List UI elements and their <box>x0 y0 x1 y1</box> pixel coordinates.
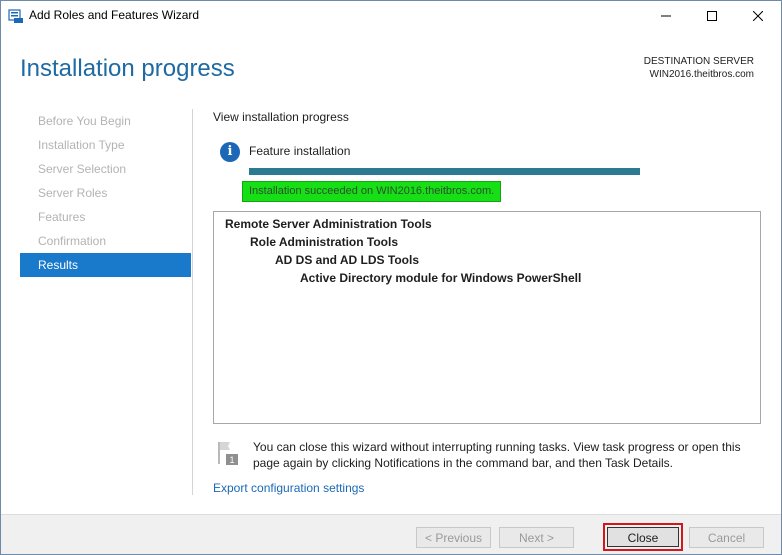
nav-item-features: Features <box>38 210 86 224</box>
export-configuration-link[interactable]: Export configuration settings <box>213 481 364 495</box>
tree-item: Active Directory module for Windows Powe… <box>300 271 582 285</box>
nav-item-before-you-begin: Before You Begin <box>38 114 131 128</box>
page-title: Installation progress <box>20 55 235 82</box>
minimize-icon <box>661 15 671 17</box>
next-button[interactable]: Next > <box>499 527 574 548</box>
wizard-nav: Before You Begin Installation Type Serve… <box>20 109 191 277</box>
progress-fill <box>249 168 640 175</box>
tree-item: Role Administration Tools <box>250 235 399 249</box>
close-note: You can close this wizard without interr… <box>253 440 741 470</box>
results-list[interactable]: Remote Server Administration Tools Role … <box>213 211 761 424</box>
destination-server-value: WIN2016.theitbros.com <box>649 69 755 80</box>
close-button[interactable]: Close <box>607 527 679 547</box>
success-message: Installation succeeded on WIN2016.theitb… <box>242 181 502 202</box>
title-bar[interactable]: Add Roles and Features Wizard <box>1 1 781 31</box>
maximize-icon <box>707 11 717 21</box>
nav-item-installation-type: Installation Type <box>38 138 125 152</box>
nav-divider <box>192 109 193 495</box>
svg-text:1: 1 <box>229 455 234 465</box>
previous-button[interactable]: < Previous <box>416 527 491 548</box>
destination-server-label: DESTINATION SERVER <box>643 56 754 67</box>
view-heading: View installation progress <box>213 110 349 124</box>
feature-installation-label: Feature installation <box>249 144 351 158</box>
info-icon: i <box>220 142 240 162</box>
tree-item: Remote Server Administration Tools <box>225 217 432 231</box>
wizard-footer: < Previous Next > Close Cancel <box>1 514 781 554</box>
server-manager-icon <box>8 8 24 24</box>
installation-progress-bar <box>249 168 640 175</box>
nav-item-confirmation: Confirmation <box>38 234 107 248</box>
wizard-window: Add Roles and Features Wizard Installati… <box>0 0 782 555</box>
nav-item-results[interactable]: Results <box>20 253 191 277</box>
window-title: Add Roles and Features Wizard <box>29 8 200 22</box>
tree-item: AD DS and AD LDS Tools <box>275 253 419 267</box>
maximize-button[interactable] <box>689 1 735 31</box>
minimize-button[interactable] <box>643 1 689 31</box>
nav-item-server-roles: Server Roles <box>38 186 108 200</box>
cancel-button[interactable]: Cancel <box>689 527 764 548</box>
window-close-button[interactable] <box>735 1 781 31</box>
notification-flag-icon: 1 <box>216 440 240 466</box>
nav-item-server-selection: Server Selection <box>38 162 127 176</box>
close-icon <box>753 11 763 21</box>
